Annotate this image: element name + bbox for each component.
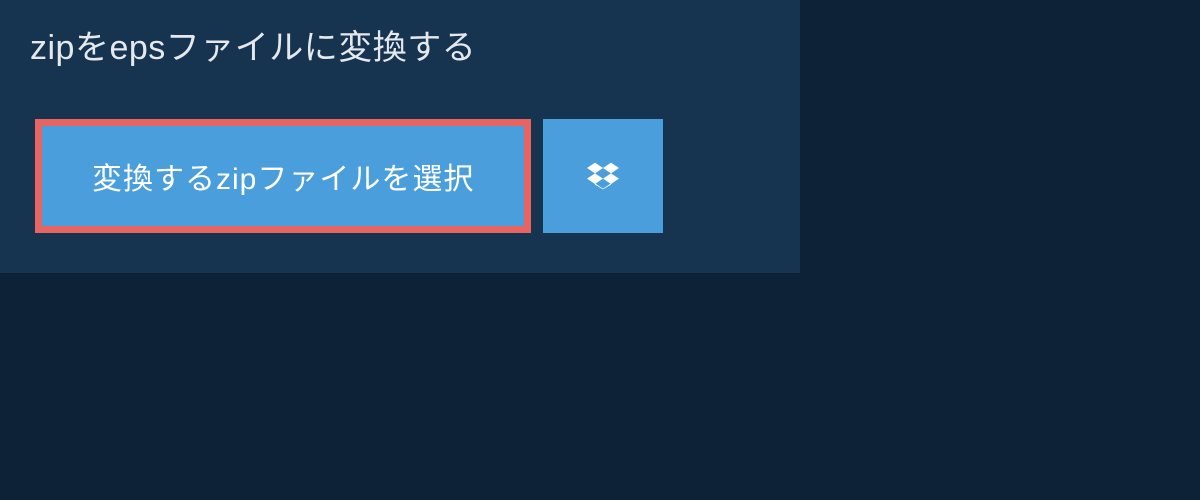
dropbox-button[interactable] xyxy=(543,119,663,233)
dropbox-icon xyxy=(587,160,619,192)
select-file-label: 変換するzipファイルを選択 xyxy=(92,154,474,198)
select-file-button[interactable]: 変換するzipファイルを選択 xyxy=(35,119,531,233)
title-bar: zipをepsファイルに変換する xyxy=(0,0,615,89)
button-area: 変換するzipファイルを選択 xyxy=(0,89,800,273)
page-title: zipをepsファイルに変換する xyxy=(30,20,585,69)
conversion-panel: zipをepsファイルに変換する 変換するzipファイルを選択 xyxy=(0,0,800,273)
